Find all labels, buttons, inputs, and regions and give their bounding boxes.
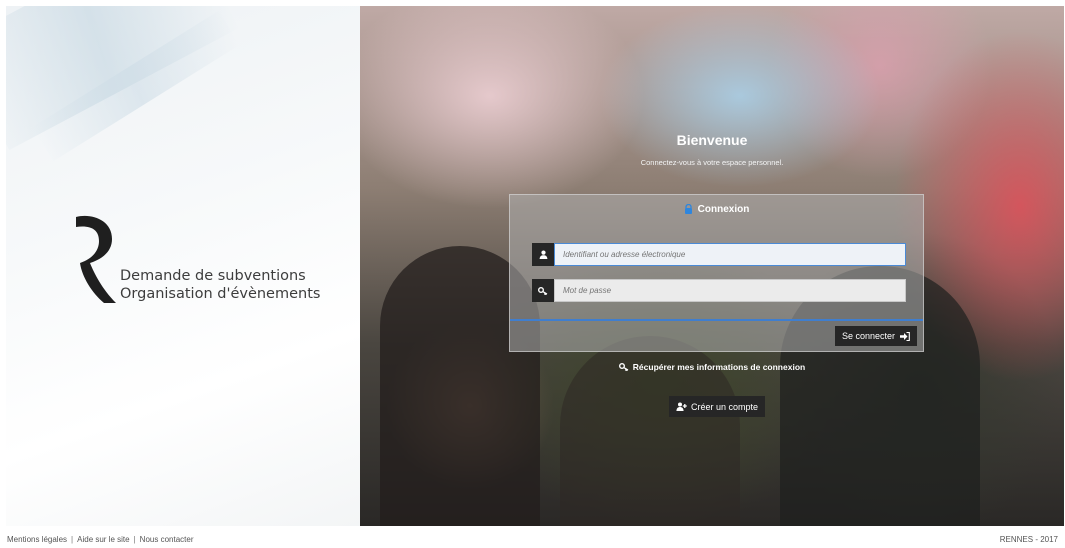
username-input[interactable]: [554, 243, 906, 266]
brand-line-2: Organisation d'évènements: [120, 286, 321, 302]
welcome-title: Bienvenue: [676, 132, 748, 148]
login-button[interactable]: Se connecter: [834, 326, 917, 346]
recover-credentials-link[interactable]: Récupérer mes informations de connexion: [360, 362, 1064, 372]
hero-background: Bienvenue Connectez-vous à votre espace …: [360, 6, 1064, 526]
welcome-subtitle: Connectez-vous à votre espace personnel.: [640, 158, 784, 167]
user-icon: [532, 243, 554, 266]
create-account-button[interactable]: Créer un compte: [669, 396, 766, 417]
footer-separator: |: [133, 535, 136, 544]
brand-text: Demande de subventions Organisation d'év…: [120, 267, 320, 303]
login-header: Connexion: [510, 195, 923, 223]
username-field-group: [532, 243, 906, 266]
login-button-label: Se connecter: [841, 331, 895, 341]
footer-links: Mentions légales | Aide sur le site | No…: [7, 535, 193, 544]
user-plus-icon: [676, 402, 687, 411]
rennes-logo-icon: [76, 215, 116, 303]
create-account-label: Créer un compte: [691, 401, 759, 412]
key-icon: [618, 363, 629, 371]
footer: Mentions légales | Aide sur le site | No…: [0, 531, 1065, 548]
login-header-label: Connexion: [697, 203, 750, 215]
footer-link-contact[interactable]: Nous contacter: [140, 535, 194, 544]
lock-icon: [684, 204, 692, 214]
footer-link-legal[interactable]: Mentions légales: [7, 535, 67, 544]
password-field-group: [532, 279, 906, 302]
key-icon: [532, 279, 554, 302]
logo-block: Demande de subventions Organisation d'év…: [72, 211, 320, 307]
footer-link-help[interactable]: Aide sur le site: [77, 535, 129, 544]
sign-in-icon: [900, 331, 910, 341]
login-form: Connexion Se connecter: [509, 194, 924, 352]
branding-panel: Demande de subventions Organisation d'év…: [6, 6, 360, 526]
password-input[interactable]: [554, 279, 906, 302]
footer-copyright: RENNES - 2017: [999, 535, 1058, 544]
brand-line-1: Demande de subventions: [120, 268, 306, 284]
recover-link-label: Récupérer mes informations de connexion: [632, 362, 806, 372]
footer-separator: |: [71, 535, 74, 544]
form-divider: [510, 319, 923, 321]
